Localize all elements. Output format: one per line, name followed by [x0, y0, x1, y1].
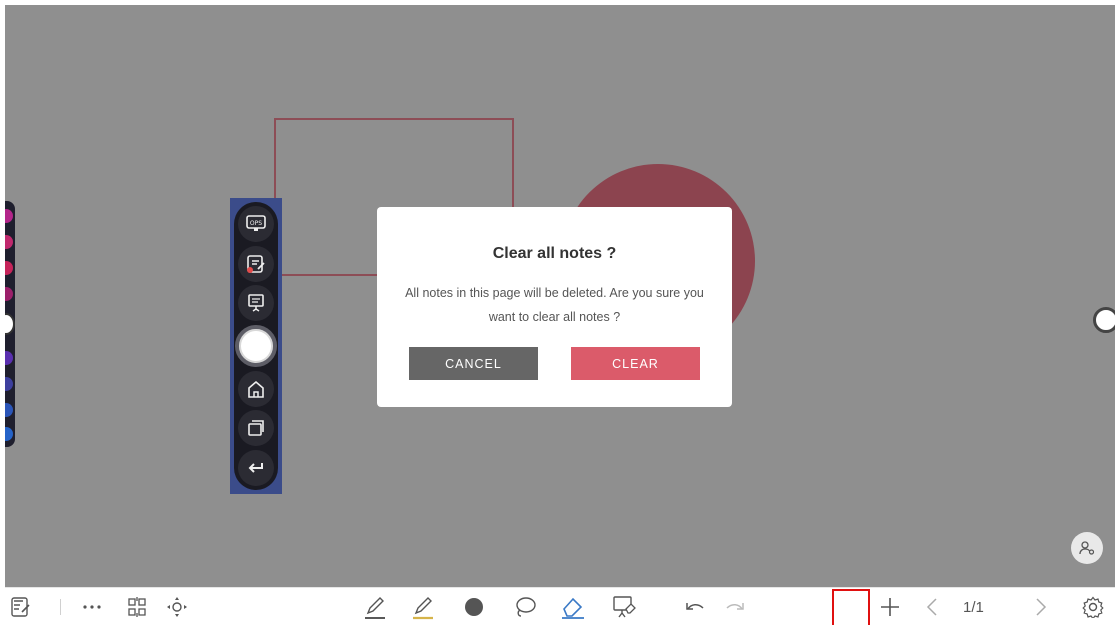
- floating-toolbar-frame: OPS: [230, 198, 282, 494]
- highlighter-icon[interactable]: [409, 593, 437, 621]
- annotate-icon[interactable]: [238, 245, 274, 282]
- ops-monitor-icon[interactable]: OPS: [238, 206, 274, 242]
- toolbar-divider: [60, 599, 61, 615]
- edge-color-dot[interactable]: [5, 287, 13, 301]
- user-icon[interactable]: [1071, 532, 1103, 564]
- cancel-button[interactable]: CANCEL: [409, 347, 538, 380]
- settings-icon[interactable]: [1079, 593, 1107, 621]
- color-dot-icon[interactable]: [460, 593, 488, 621]
- highlight-box: [832, 589, 870, 625]
- move-icon[interactable]: [163, 593, 191, 621]
- bottom-toolbar: 1/1: [5, 587, 1115, 625]
- redo-icon[interactable]: [721, 593, 749, 621]
- edge-color-dot[interactable]: [5, 235, 13, 249]
- clear-notes-dialog: Clear all notes ? All notes in this page…: [377, 207, 732, 407]
- clear-button[interactable]: CLEAR: [571, 347, 700, 380]
- undo-icon[interactable]: [681, 593, 709, 621]
- clear-board-icon[interactable]: [610, 593, 638, 621]
- page-indicator: 1/1: [963, 599, 984, 616]
- main-menu-button[interactable]: [235, 324, 277, 367]
- whiteboard-canvas[interactable]: OPS Clear all notes ? All notes in this …: [5, 5, 1115, 587]
- right-edge-handle[interactable]: [1093, 307, 1115, 333]
- next-page-icon[interactable]: [1027, 593, 1055, 621]
- back-icon[interactable]: [238, 449, 274, 486]
- edge-color-dot[interactable]: [5, 377, 13, 391]
- eraser-icon[interactable]: [559, 593, 587, 621]
- dialog-message: All notes in this page will be deleted. …: [405, 286, 704, 324]
- floating-toolbar: OPS: [234, 202, 278, 490]
- edge-color-dot[interactable]: [5, 403, 13, 417]
- lasso-icon[interactable]: [511, 593, 539, 621]
- drawn-rectangle-edge: [274, 274, 384, 276]
- ops-label: OPS: [250, 220, 262, 227]
- more-icon[interactable]: [78, 593, 106, 621]
- whiteboard-icon[interactable]: [238, 285, 274, 322]
- windows-icon[interactable]: [238, 410, 274, 447]
- pen-icon[interactable]: [361, 593, 389, 621]
- edge-color-dot[interactable]: [5, 427, 13, 441]
- prev-page-icon[interactable]: [918, 593, 946, 621]
- edge-color-dot[interactable]: [5, 351, 13, 365]
- home-icon[interactable]: [238, 370, 274, 407]
- exit-icon[interactable]: [7, 593, 35, 621]
- edge-color-dot[interactable]: [5, 209, 13, 223]
- dialog-title: Clear all notes ?: [492, 245, 617, 262]
- qr-code-icon[interactable]: [123, 593, 151, 621]
- edge-color-dot[interactable]: [5, 261, 13, 275]
- add-page-icon[interactable]: [876, 593, 904, 621]
